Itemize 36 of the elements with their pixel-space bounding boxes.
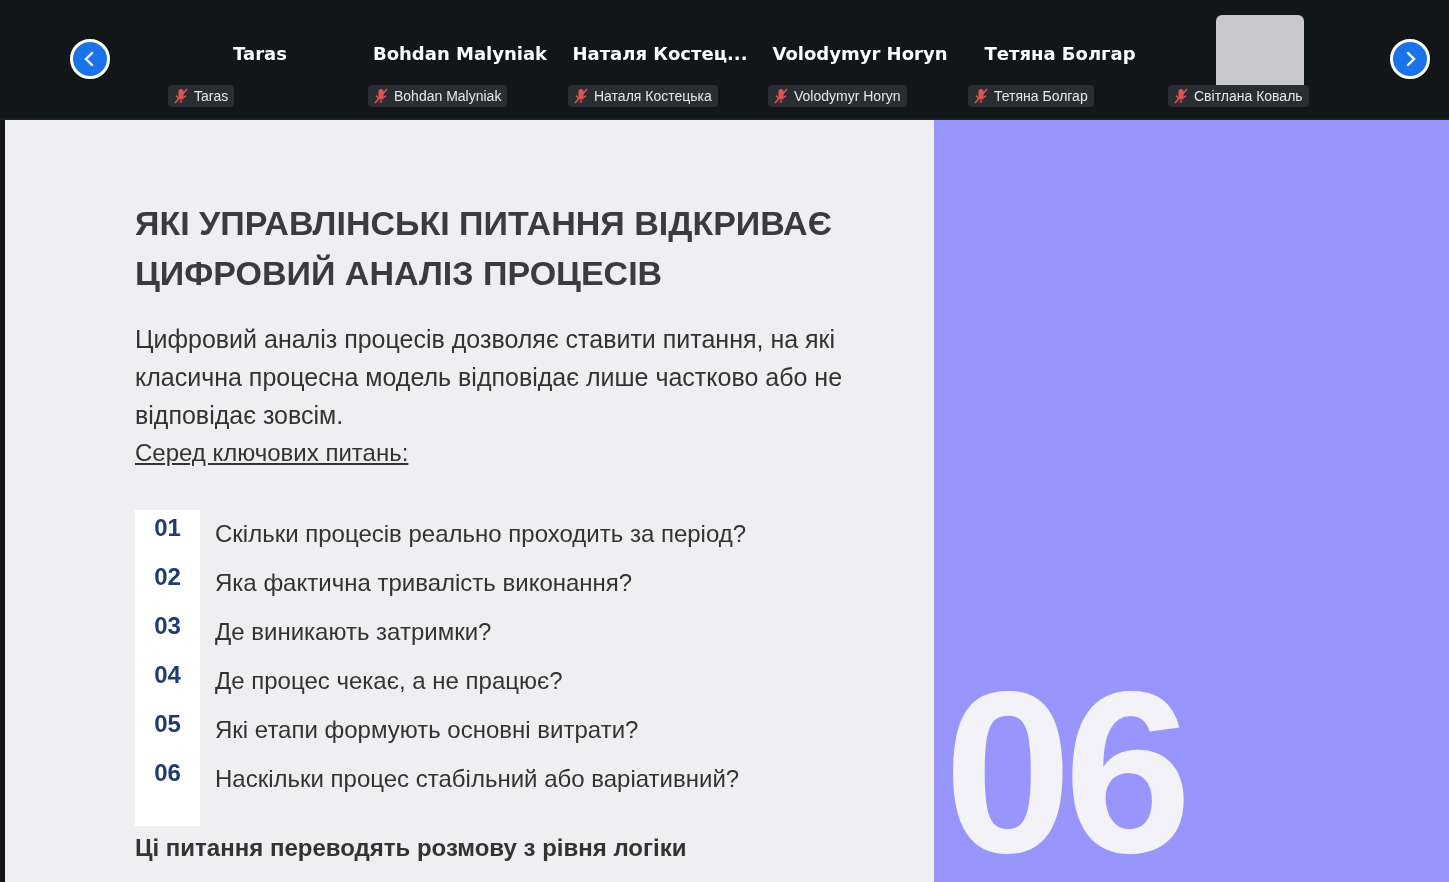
participant-name: Volodymyr Horyn [772,42,948,64]
participant-name: Bohdan Malyniak [372,42,548,64]
name-label: Taras [168,85,235,107]
name-label: Volodymyr Horyn [768,85,907,107]
slide-title: ЯКІ УПРАВЛІНСЬКІ ПИТАННЯ ВІДКРИВАЄ ЦИФРОВИЙ АНАЛІЗ ПРОЦЕСІВ [135,203,833,294]
intro-paragraph: Цифровий аналіз процесів дозволяє ставити питання, на які класична процесна модель відповідає лише частково або не відповідає зовсім. [135,324,844,431]
question-number: 01 [153,513,182,542]
name-label: Наталя Костецька [568,85,718,107]
list-subheading: Серед ключових питань: [135,438,410,468]
conclusion-text: Ці питання переводять розмову з рівня логіки [135,834,688,862]
question-number: 03 [153,611,182,640]
question-text: Де процес чекає, а не працює? [215,666,563,695]
participant-name: Taras [233,42,287,64]
question-text: Яка фактична тривалість виконання? [215,568,633,597]
participant-tile[interactable]: Тетяна Болгар Тетяна Болгар [950,7,1150,111]
question-number: 04 [153,660,182,689]
participant-tile[interactable]: Taras Taras [150,7,350,111]
participant-tile[interactable]: Наталя Костец... Наталя Костецька [550,7,750,111]
participant-name: Тетяна Болгар [984,42,1136,64]
participant-tile[interactable]: Світлана Коваль [1150,7,1350,111]
question-number: 06 [153,758,182,787]
slide-number: 06 [944,669,1184,876]
question-number: 05 [153,709,182,738]
name-label: Світлана Коваль [1168,85,1309,107]
participant-tile[interactable]: Bohdan Malyniak Bohdan Malyniak [350,7,550,111]
participant-tile[interactable]: Volodymyr Horyn Volodymyr Horyn [750,7,950,111]
question-text: Де виникають затримки? [215,617,492,646]
participant-name: Наталя Костец... [572,42,748,64]
question-text: Наскільки процес стабільний або варіативний? [215,764,740,793]
name-label: Bohdan Malyniak [368,85,508,107]
next-button[interactable] [1390,39,1430,79]
question-text: Які етапи формують основні витрати? [215,715,639,744]
name-label: Тетяна Болгар [968,85,1094,107]
question-text: Скільки процесів реально проходить за період? [215,519,747,548]
previous-button[interactable] [70,39,110,79]
question-number: 02 [153,562,182,591]
